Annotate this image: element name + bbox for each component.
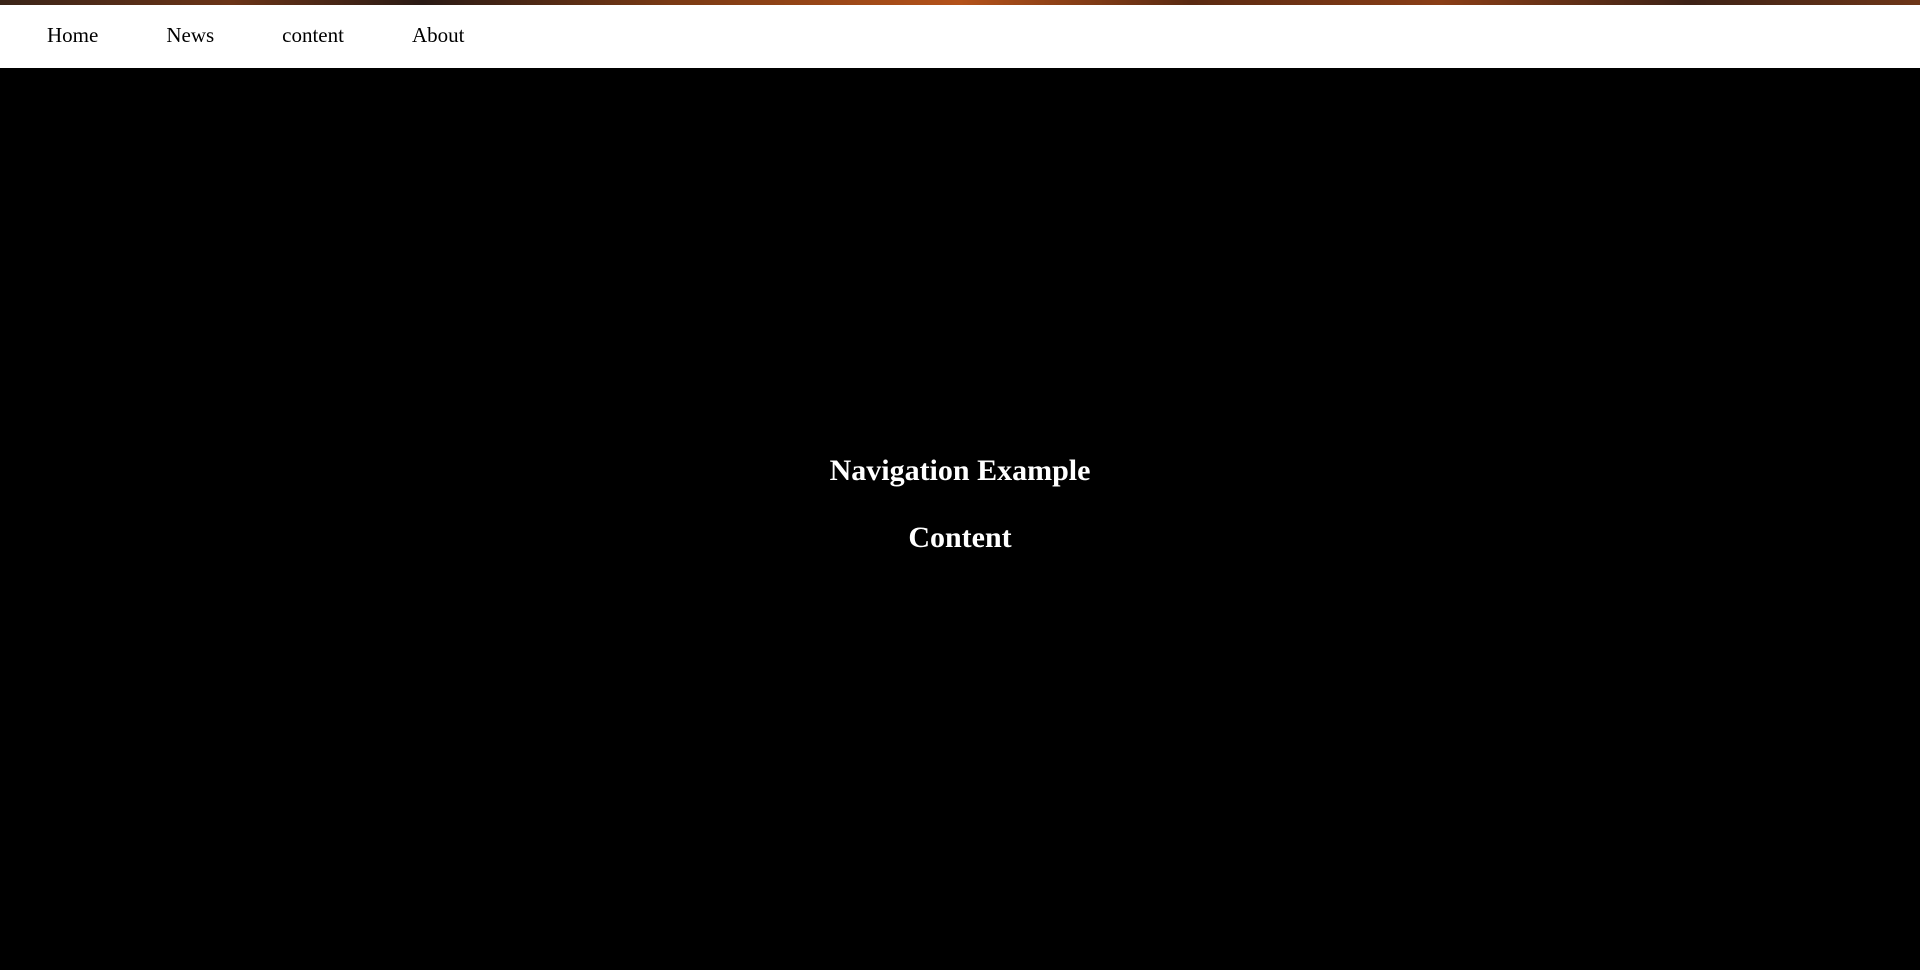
- page-title: Navigation Example: [829, 454, 1091, 487]
- page-subtitle: Content: [908, 521, 1012, 554]
- top-navigation-bar: Home News content About: [0, 5, 1920, 68]
- nav-list: Home News content About: [0, 5, 1920, 68]
- nav-item-content[interactable]: content: [282, 25, 344, 46]
- main-content-area: Navigation Example Content: [0, 68, 1920, 970]
- nav-item-home[interactable]: Home: [47, 25, 98, 46]
- nav-item-about[interactable]: About: [412, 25, 465, 46]
- nav-item-news[interactable]: News: [166, 25, 214, 46]
